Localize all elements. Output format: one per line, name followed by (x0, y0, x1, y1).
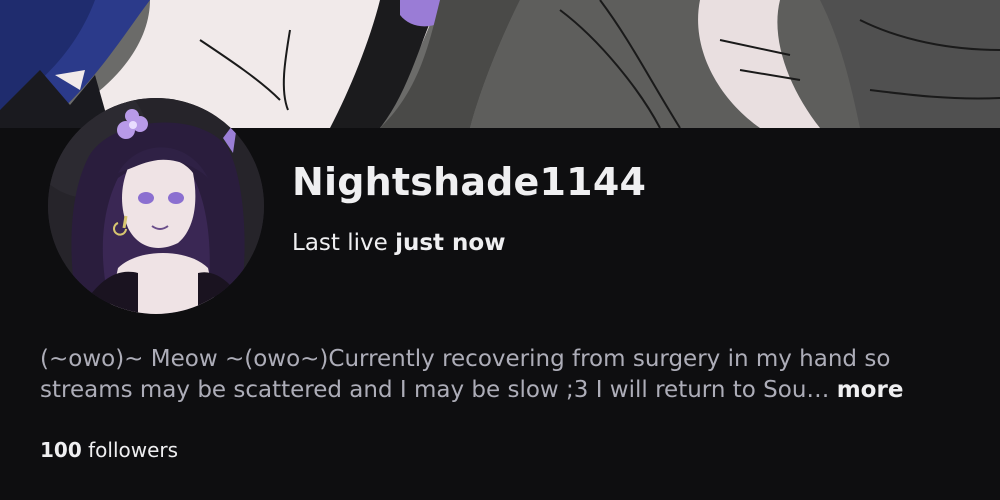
last-live-prefix: Last live (292, 230, 388, 256)
channel-about-panel: Nightshade1144 Last live just now (~owo)… (0, 0, 1000, 500)
followers-count: 100 followers (40, 438, 178, 462)
followers-number: 100 (40, 438, 82, 462)
bio-line-1: (~owo)~ Meow ~(owo~)Currently recovering… (40, 346, 891, 372)
bio-line-2: streams may be scattered and I may be sl… (40, 377, 830, 403)
channel-bio: (~owo)~ Meow ~(owo~)Currently recovering… (40, 344, 970, 406)
channel-name: Nightshade1144 (292, 160, 647, 204)
channel-avatar[interactable] (48, 98, 264, 314)
last-live-value: just now (395, 230, 506, 256)
last-live-status: Last live just now (292, 230, 505, 256)
bio-more-link[interactable]: more (837, 377, 904, 403)
followers-label: followers (88, 438, 179, 462)
avatar-artwork (48, 98, 264, 314)
bio-line-2-container: streams may be scattered and I may be sl… (40, 375, 970, 406)
